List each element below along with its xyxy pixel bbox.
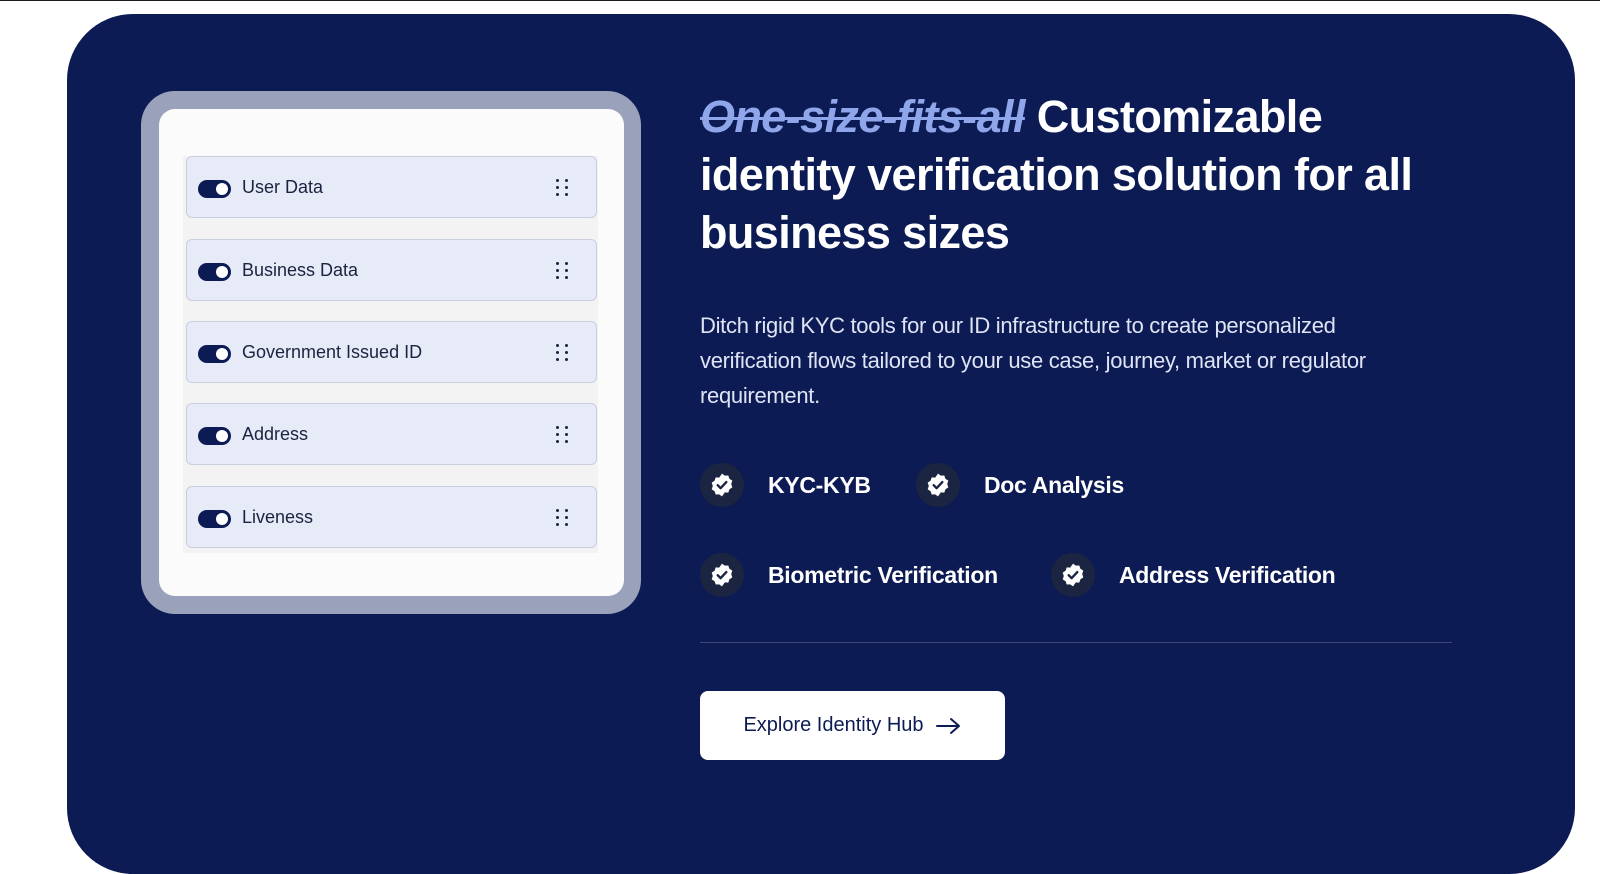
- drag-handle-icon[interactable]: [556, 509, 570, 527]
- arrow-right-icon: [935, 717, 960, 734]
- feature-label: Biometric Verification: [768, 561, 998, 588]
- top-divider-line: [0, 0, 1600, 1]
- flow-step-label: Liveness: [242, 507, 314, 527]
- feature-label: Address Verification: [1119, 561, 1336, 588]
- drag-handle-icon[interactable]: [556, 426, 570, 444]
- flow-step-label: Government Issued ID: [242, 342, 423, 362]
- flow-step-business-data[interactable]: Business Data: [186, 239, 597, 301]
- headline-struck-text: One-size-fits-all: [700, 91, 1025, 142]
- explore-identity-hub-button[interactable]: Explore Identity Hub: [700, 691, 1005, 760]
- verified-badge-icon: [1051, 553, 1095, 597]
- feature-label: Doc Analysis: [984, 471, 1124, 498]
- feature-kyc-kyb: KYC-KYB: [700, 462, 871, 508]
- toggle-switch[interactable]: [198, 345, 231, 363]
- flow-step-label: Business Data: [242, 260, 359, 280]
- feature-label: KYC-KYB: [768, 471, 871, 498]
- flow-step-label: Address: [242, 424, 309, 444]
- drag-handle-icon[interactable]: [556, 344, 570, 362]
- verified-badge-icon: [700, 463, 744, 507]
- flow-step-government-id[interactable]: Government Issued ID: [186, 321, 597, 383]
- drag-handle-icon[interactable]: [556, 262, 570, 280]
- toggle-switch[interactable]: [198, 427, 231, 445]
- flow-step-label: User Data: [242, 177, 324, 197]
- section-divider: [700, 642, 1452, 643]
- toggle-switch[interactable]: [198, 263, 231, 281]
- flow-step-address[interactable]: Address: [186, 403, 597, 465]
- toggle-switch[interactable]: [198, 510, 231, 528]
- flow-step-user-data[interactable]: User Data: [186, 156, 597, 218]
- verified-badge-icon: [700, 553, 744, 597]
- feature-doc-analysis: Doc Analysis: [916, 462, 1124, 508]
- toggle-switch[interactable]: [198, 180, 231, 198]
- feature-biometric-verification: Biometric Verification: [700, 552, 998, 598]
- hero-headline: One-size-fits-all Customizable identity …: [700, 88, 1460, 262]
- feature-address-verification: Address Verification: [1051, 552, 1336, 598]
- verified-badge-icon: [916, 463, 960, 507]
- cta-label: Explore Identity Hub: [743, 714, 924, 736]
- hero-description: Ditch rigid KYC tools for our ID infrast…: [700, 313, 1366, 408]
- flow-step-liveness[interactable]: Liveness: [186, 486, 597, 548]
- drag-handle-icon[interactable]: [556, 179, 570, 197]
